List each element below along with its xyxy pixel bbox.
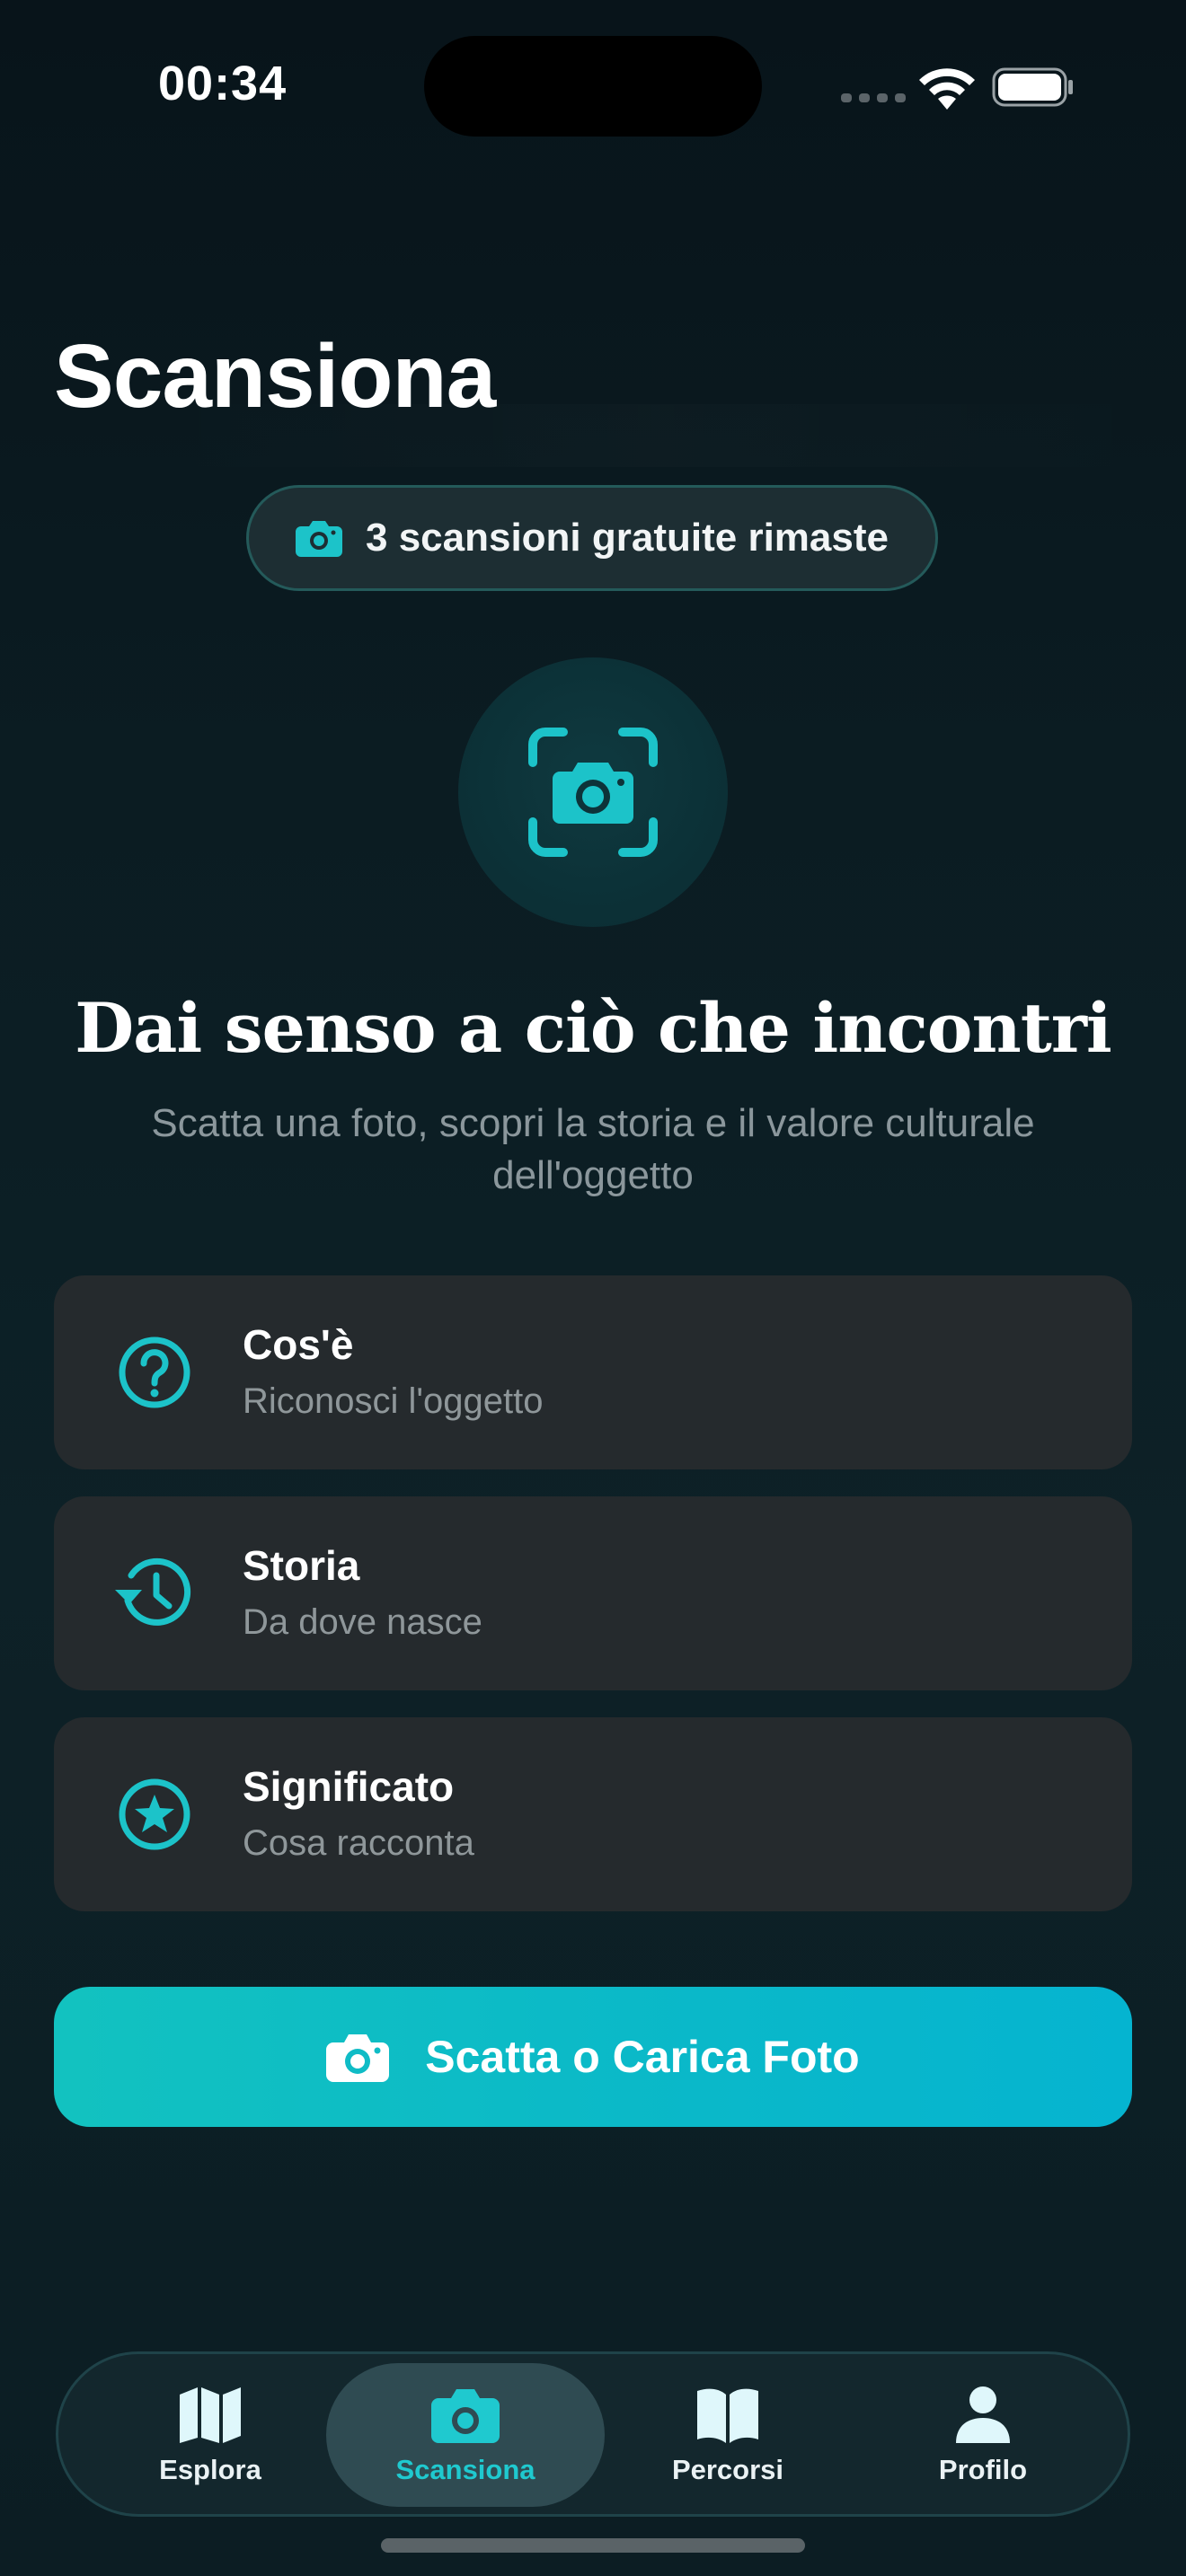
hero-headline: Dai senso a ciò che incontri <box>75 988 1112 1068</box>
tab-profilo[interactable]: Profilo <box>853 2363 1113 2507</box>
cellular-signal-icon <box>841 93 906 102</box>
history-clock-icon <box>115 1557 191 1626</box>
camera-icon <box>326 2034 390 2082</box>
tab-label: Profilo <box>938 2454 1028 2485</box>
tab-bar: Esplora Scansiona Percorsi Profilo <box>56 2351 1130 2517</box>
feature-title: Significato <box>243 1763 455 1810</box>
hero-subheadline: Scatta una foto, scopri la storia e il v… <box>151 1101 1035 1197</box>
feature-title: Storia <box>243 1542 360 1589</box>
dynamic-island <box>424 36 762 137</box>
question-circle-icon <box>119 1337 190 1408</box>
title-shadow <box>126 404 1186 467</box>
take-or-upload-photo-button[interactable]: Scatta o Carica Foto <box>54 1987 1132 2127</box>
feature-subtitle: Cosa racconta <box>243 1823 474 1863</box>
wifi-icon <box>919 68 975 110</box>
scan-screen: 00:34 Scansiona 3 scansioni gratuite rim… <box>0 0 1186 2576</box>
tab-label: Scansiona <box>395 2454 535 2485</box>
tab-scansiona[interactable]: Scansiona <box>326 2363 605 2507</box>
camera-icon <box>296 521 342 557</box>
feature-card-what: Cos'è Riconosci l'oggetto <box>54 1275 1132 1469</box>
feature-card-meaning: Significato Cosa racconta <box>54 1717 1132 1911</box>
tab-label: Percorsi <box>671 2454 784 2485</box>
battery-icon <box>992 67 1073 107</box>
feature-card-history: Storia Da dove nasce <box>54 1496 1132 1690</box>
camera-viewfinder-icon <box>528 728 658 857</box>
feature-subtitle: Da dove nasce <box>243 1602 482 1642</box>
tab-label: Esplora <box>159 2454 261 2485</box>
map-icon <box>180 2387 241 2443</box>
tab-esplora[interactable]: Esplora <box>80 2363 341 2507</box>
book-icon <box>697 2388 758 2443</box>
hero-scan-badge <box>458 657 728 927</box>
home-indicator <box>381 2538 805 2553</box>
cta-label: Scatta o Carica Foto <box>425 2032 860 2082</box>
camera-icon <box>431 2389 500 2443</box>
free-scans-label: 3 scansioni gratuite rimaste <box>366 516 889 560</box>
tab-percorsi[interactable]: Percorsi <box>597 2363 858 2507</box>
feature-subtitle: Riconosci l'oggetto <box>243 1381 544 1421</box>
status-time: 00:34 <box>158 57 288 110</box>
person-icon <box>956 2386 1010 2443</box>
star-circle-icon <box>119 1778 190 1850</box>
free-scans-badge[interactable]: 3 scansioni gratuite rimaste <box>246 485 938 591</box>
feature-title: Cos'è <box>243 1321 354 1368</box>
